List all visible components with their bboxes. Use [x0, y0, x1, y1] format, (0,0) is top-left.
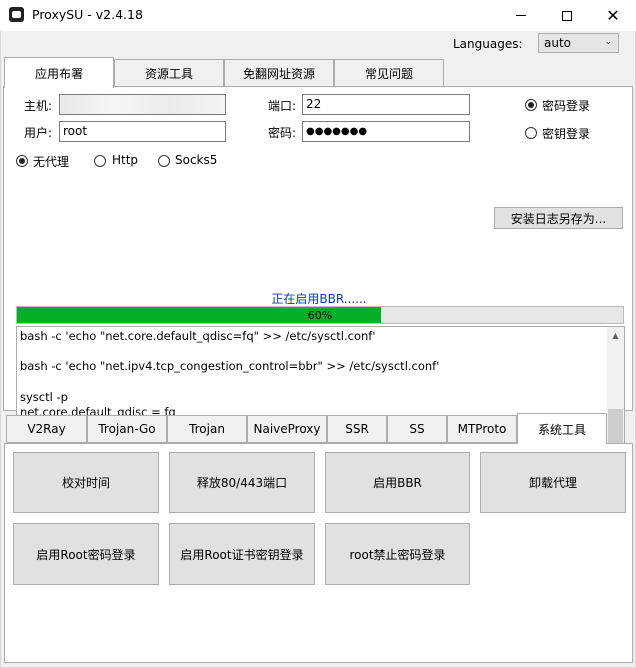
password-label: 密码: [268, 126, 297, 140]
progress-label: 60% [307, 309, 333, 322]
title-bar: ProxySU - v2.4.18 ✕ [0, 0, 636, 31]
tab-trojan-go[interactable]: Trojan-Go [87, 415, 167, 443]
http-proxy-radio[interactable] [94, 155, 106, 167]
maximize-icon [562, 10, 572, 21]
no-proxy-radio[interactable] [16, 155, 28, 167]
tab-ssr[interactable]: SSR [327, 415, 387, 443]
chevron-down-icon: ⌄ [604, 37, 612, 47]
sync-time-button[interactable]: 校对时间 [13, 452, 159, 513]
key-login-label: 密钥登录 [542, 127, 591, 141]
log-line: bash -c 'echo "net.core.default_qdisc=fq… [20, 329, 376, 343]
close-button[interactable]: ✕ [590, 0, 636, 31]
key-login-radio[interactable] [525, 127, 537, 139]
uninstall-proxy-button[interactable]: 卸载代理 [480, 452, 626, 513]
deploy-panel: 主机: 端口: 22 用户: root 密码: ●●●●●●● 密码登录 密钥登… [3, 86, 633, 464]
user-label: 用户: [24, 126, 53, 140]
app-icon [9, 7, 24, 22]
password-input[interactable]: ●●●●●●● [302, 121, 470, 142]
host-input[interactable] [59, 94, 226, 115]
minimize-button[interactable] [498, 0, 544, 31]
main-window: Languages: auto ⌄ 应用布署 资源工具 免翻网址资源 常见问题 … [0, 31, 636, 668]
save-log-button[interactable]: 安装日志另存为... [494, 207, 623, 229]
host-label: 主机: [24, 99, 53, 113]
enable-bbr-button[interactable]: 启用BBR [325, 452, 470, 513]
log-line: bash -c 'echo "net.ipv4.tcp_congestion_c… [20, 359, 440, 374]
maximize-button[interactable] [544, 0, 590, 31]
password-login-radio[interactable] [525, 99, 537, 111]
scroll-up-icon[interactable]: ▲ [607, 327, 624, 344]
language-selected: auto [544, 36, 572, 50]
enable-root-cert-key-button[interactable]: 启用Root证书密钥登录 [169, 523, 315, 585]
close-icon: ✕ [606, 6, 620, 25]
socks5-proxy-label: Socks5 [175, 153, 218, 167]
tab-resource-tools[interactable]: 资源工具 [114, 59, 224, 87]
enable-root-password-button[interactable]: 启用Root密码登录 [13, 523, 159, 585]
port-label: 端口: [268, 99, 297, 113]
window-title: ProxySU - v2.4.18 [32, 7, 143, 22]
socks5-proxy-radio[interactable] [158, 155, 170, 167]
log-line: sysctl -p [20, 389, 68, 404]
http-proxy-label: Http [112, 153, 139, 167]
progress-bar: 60% [16, 306, 624, 324]
tab-v2ray[interactable]: V2Ray [6, 415, 87, 443]
tab-deploy[interactable]: 应用布署 [4, 57, 114, 88]
port-input[interactable]: 22 [302, 94, 470, 115]
system-tools-panel: 校对时间 释放80/443端口 启用BBR 卸载代理 启用Root密码登录 启用… [4, 443, 633, 663]
disable-root-password-button[interactable]: root禁止密码登录 [325, 523, 470, 585]
languages-label: Languages: [453, 37, 523, 51]
user-input[interactable]: root [59, 121, 226, 142]
tab-faq[interactable]: 常见问题 [334, 59, 444, 87]
tab-mtproto[interactable]: MTProto [447, 415, 517, 443]
tab-system-tools[interactable]: 系统工具 [517, 413, 607, 444]
release-ports-button[interactable]: 释放80/443端口 [169, 452, 315, 513]
tab-naiveproxy[interactable]: NaiveProxy [247, 415, 327, 443]
password-login-label: 密码登录 [542, 99, 591, 113]
minimize-icon [516, 15, 526, 16]
tab-trojan[interactable]: Trojan [167, 415, 247, 443]
tab-free-urls[interactable]: 免翻网址资源 [224, 59, 334, 87]
language-select[interactable]: auto ⌄ [538, 33, 619, 53]
tab-ss[interactable]: SS [387, 415, 447, 443]
scroll-thumb[interactable] [608, 409, 623, 446]
no-proxy-label: 无代理 [33, 155, 70, 169]
status-text: 正在启用BBR...... [271, 292, 367, 306]
